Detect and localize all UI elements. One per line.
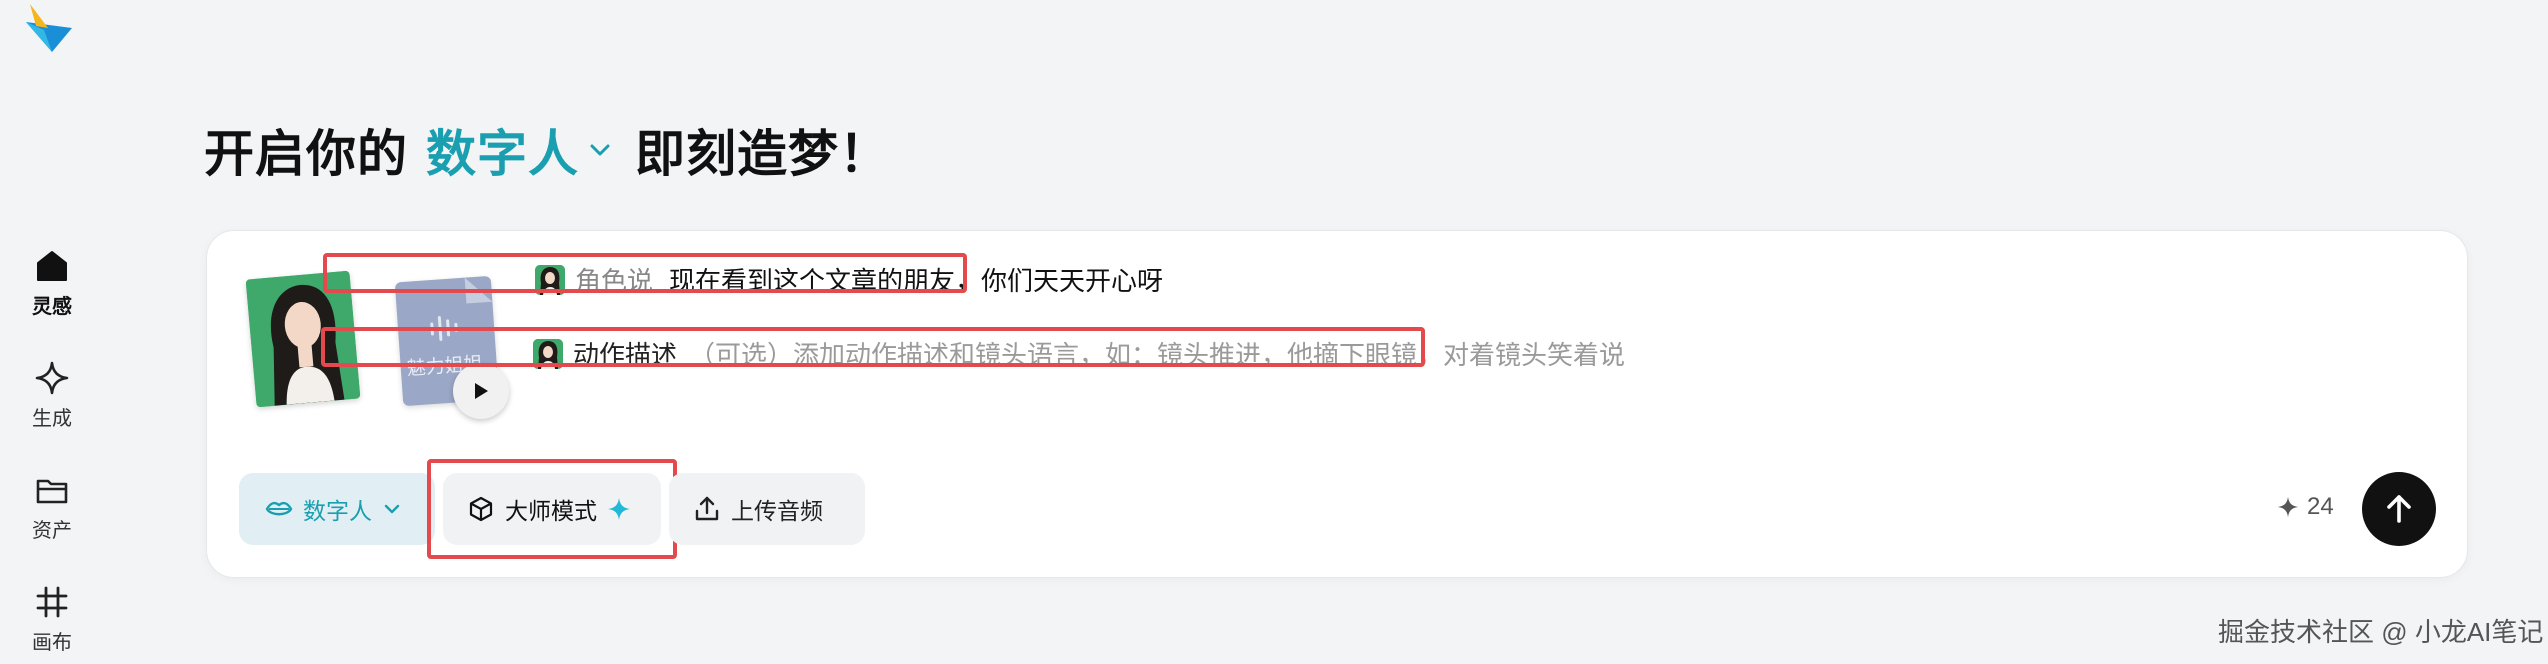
mode-selector-label: 数字人 — [426, 126, 579, 182]
chevron-down-icon — [590, 144, 610, 156]
folder-icon — [36, 479, 68, 504]
upload-icon — [695, 496, 719, 521]
credits-counter: 24 — [2277, 493, 2334, 521]
headline-prefix: 开启你的 — [204, 126, 408, 182]
highlight-box-speech — [323, 253, 967, 293]
lips-icon — [265, 501, 293, 516]
chevron-down-icon — [384, 504, 400, 514]
composer-card: 魅力姐姐 角色说 现在看到这个文章的朋友，你们天天开心呀 动作描述 （可选）添加… — [206, 230, 2468, 578]
sidebar-item-assets[interactable]: 资产 — [0, 472, 104, 543]
app-logo — [26, 4, 72, 52]
page-title: 开启你的 数字人 即刻造梦！ — [204, 114, 890, 186]
sidebar-item-label: 资产 — [32, 520, 72, 542]
credits-value: 24 — [2307, 493, 2334, 520]
home-icon — [37, 251, 67, 281]
sidebar-item-label: 生成 — [32, 408, 72, 430]
sidebar-item-canvas[interactable]: 画布 — [0, 584, 104, 655]
highlight-box-action — [321, 327, 1425, 367]
sparkle-icon — [2277, 496, 2299, 518]
highlight-box-master-mode — [427, 459, 677, 559]
sidebar-item-label: 灵感 — [32, 296, 72, 318]
headline-suffix: 即刻造梦！ — [635, 126, 890, 182]
canvas-grid-icon — [36, 586, 68, 618]
sidebar-item-generate[interactable]: 生成 — [0, 360, 104, 431]
digital-human-dropdown[interactable]: 数字人 — [239, 473, 435, 545]
mode-selector[interactable]: 数字人 — [426, 114, 613, 186]
play-icon — [475, 383, 488, 399]
upload-audio-button[interactable]: 上传音频 — [669, 473, 865, 545]
watermark: 掘金技术社区 @ 小龙AI笔记 — [2218, 617, 2544, 647]
digital-human-label: 数字人 — [303, 498, 372, 524]
send-button[interactable] — [2362, 472, 2436, 546]
sparkle-diamond-icon — [35, 361, 69, 395]
play-voice-button[interactable] — [453, 363, 509, 419]
arrow-up-icon — [2387, 495, 2411, 523]
sidebar-item-label: 画布 — [32, 632, 72, 654]
upload-audio-label: 上传音频 — [731, 498, 823, 524]
sidebar-item-inspiration[interactable]: 灵感 — [0, 248, 104, 319]
